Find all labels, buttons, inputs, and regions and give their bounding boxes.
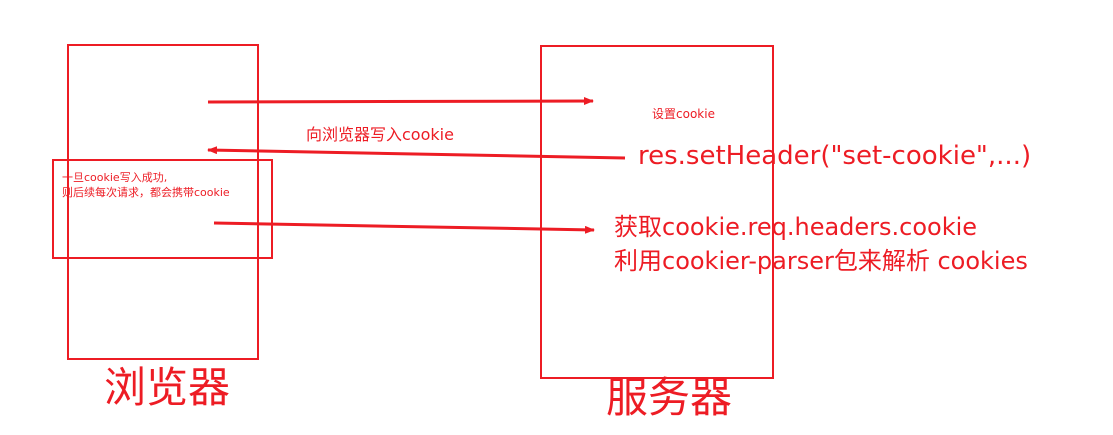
cookie-flow-diagram: 浏览器 服务器 设置cookie 向浏览器写入cookie res.setHea… [0, 0, 1113, 435]
request-arrow [207, 97, 594, 106]
write-cookie-note: 向浏览器写入cookie [306, 125, 454, 144]
browser-label: 浏览器 [104, 363, 231, 412]
cookie-persist-line-1: 一旦cookie写入成功, [62, 171, 168, 184]
get-cookie-line-1: 获取cookie.req.headers.cookie [614, 213, 978, 241]
write-cookie-arrow [207, 146, 626, 160]
cookie-persist-note: 一旦cookie写入成功, 则后续每次请求，都会携带cookie [62, 170, 230, 201]
cookie-persist-line-2: 则后续每次请求，都会携带cookie [62, 186, 230, 200]
get-cookie-note: 获取cookie.req.headers.cookie 利用cookier-pa… [614, 211, 1028, 278]
set-cookie-note: 设置cookie [652, 107, 715, 121]
set-header-code: res.setHeader("set-cookie",...) [638, 141, 1032, 171]
get-cookie-line-2: 利用cookier-parser包来解析 cookies [614, 246, 1028, 275]
server-label: 服务器 [606, 373, 733, 422]
browser-box [67, 44, 259, 360]
